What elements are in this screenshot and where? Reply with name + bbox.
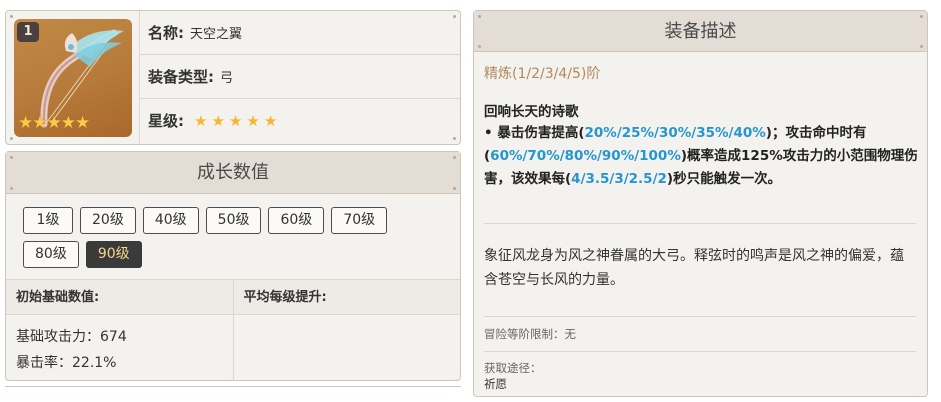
corner-dot bbox=[478, 15, 481, 18]
corner-dot bbox=[920, 45, 923, 48]
rarity-row: 星级: ★ ★ ★ ★ ★ bbox=[140, 99, 460, 143]
level-button[interactable]: 1级 bbox=[23, 207, 73, 234]
refine-badge: 1 bbox=[17, 22, 39, 42]
description-panel: 装备描述 精炼(1/2/3/4/5)阶 回响长天的诗歌 • 暴击伤害提高(20%… bbox=[473, 10, 928, 397]
level-button[interactable]: 20级 bbox=[80, 207, 136, 234]
refinement-label: 精炼(1/2/3/4/5)阶 bbox=[484, 66, 601, 82]
rarity-label: 星级: bbox=[148, 112, 184, 131]
level-button[interactable]: 70级 bbox=[331, 207, 388, 234]
divider bbox=[5, 386, 461, 387]
separator bbox=[484, 351, 916, 352]
weapon-info-panel: 1 ★★★★★ 名称: 天空之翼 装备类型: 弓 星级: ★ ★ ★ ★ ★ bbox=[5, 10, 461, 145]
level-button[interactable]: 50级 bbox=[205, 207, 262, 234]
info-column: 名称: 天空之翼 装备类型: 弓 星级: ★ ★ ★ ★ ★ bbox=[139, 11, 460, 144]
level-button[interactable]: 90级 bbox=[85, 241, 142, 268]
description-title: 装备描述 bbox=[474, 11, 927, 52]
skill-description: • 暴击伤害提高(20%/25%/30%/35%/40%)；攻击命中时有(60%… bbox=[484, 122, 919, 191]
stat-table-header: 初始基础数值: 平均每级提升: bbox=[6, 280, 460, 315]
avg-stats-cell bbox=[234, 315, 461, 381]
corner-dot bbox=[453, 156, 456, 159]
proc-chance-values: 60%/70%/80%/90%/100% bbox=[490, 148, 681, 164]
star-icon: ★ bbox=[246, 111, 260, 130]
crit-rate-value: 暴击率：22.1% bbox=[16, 355, 117, 371]
type-label: 装备类型: bbox=[148, 67, 214, 86]
source-label: 获取途径： bbox=[484, 361, 542, 375]
skill-text-part: • 暴击伤害提高( bbox=[484, 125, 585, 141]
star-icon: ★ bbox=[194, 111, 208, 130]
corner-dot bbox=[920, 15, 923, 18]
base-atk-value: 基础攻击力：674 bbox=[16, 329, 127, 345]
corner-dot bbox=[10, 15, 13, 18]
crit-dmg-values: 20%/25%/30%/35%/40% bbox=[584, 125, 766, 141]
star-icon: ★ bbox=[211, 111, 225, 130]
separator bbox=[484, 316, 916, 317]
skill-text-part: )秒只能触发一次。 bbox=[666, 171, 782, 187]
weapon-name: 天空之翼 bbox=[190, 26, 243, 42]
col-base-header: 初始基础数值: bbox=[6, 280, 234, 314]
corner-dot bbox=[478, 45, 481, 48]
weapon-image: 1 ★★★★★ bbox=[14, 19, 132, 137]
rarity-stars: ★ ★ ★ ★ ★ bbox=[194, 112, 277, 130]
cooldown-values: 4/3.5/3/2.5/2 bbox=[571, 171, 667, 187]
corner-dot bbox=[453, 187, 456, 190]
separator bbox=[484, 223, 916, 224]
corner-dot bbox=[10, 137, 13, 140]
level-selector: 1级 20级 40级 50级 60级 70级 80级 90级 bbox=[23, 207, 443, 275]
level-button[interactable]: 60级 bbox=[268, 207, 325, 234]
name-label: 名称: bbox=[148, 23, 184, 42]
growth-title: 成长数值 bbox=[6, 152, 460, 194]
skill-name: 回响长天的诗歌 bbox=[484, 104, 579, 120]
image-stars: ★★★★★ bbox=[18, 113, 90, 133]
corner-dot bbox=[10, 156, 13, 159]
adventure-rank-limit: 冒险等阶限制：无 bbox=[484, 327, 576, 341]
weapon-type: 弓 bbox=[220, 70, 234, 86]
level-button[interactable]: 40级 bbox=[142, 207, 199, 234]
lore-text: 象征风龙身为风之神眷属的大弓。释弦时的鸣声是风之神的偏爱，蕴含苍空与长风的力量。 bbox=[484, 248, 904, 288]
stat-table-body: 基础攻击力：674 暴击率：22.1% bbox=[6, 315, 460, 381]
source-value: 祈愿 bbox=[484, 377, 507, 391]
col-avg-header: 平均每级提升: bbox=[243, 290, 327, 305]
name-row: 名称: 天空之翼 bbox=[140, 11, 460, 55]
star-icon: ★ bbox=[263, 111, 278, 130]
type-row: 装备类型: 弓 bbox=[140, 55, 460, 99]
star-icon: ★ bbox=[228, 111, 243, 130]
corner-dot bbox=[10, 187, 13, 190]
level-button[interactable]: 80级 bbox=[23, 241, 79, 268]
growth-panel: 成长数值 1级 20级 40级 50级 60级 70级 80级 90级 初始基础数值: 平均每… bbox=[5, 151, 461, 381]
stat-table: 初始基础数值: 平均每级提升: 基础攻击力：674 暴击率：22.1% bbox=[6, 279, 460, 381]
base-stats-cell: 基础攻击力：674 暴击率：22.1% bbox=[6, 315, 234, 381]
